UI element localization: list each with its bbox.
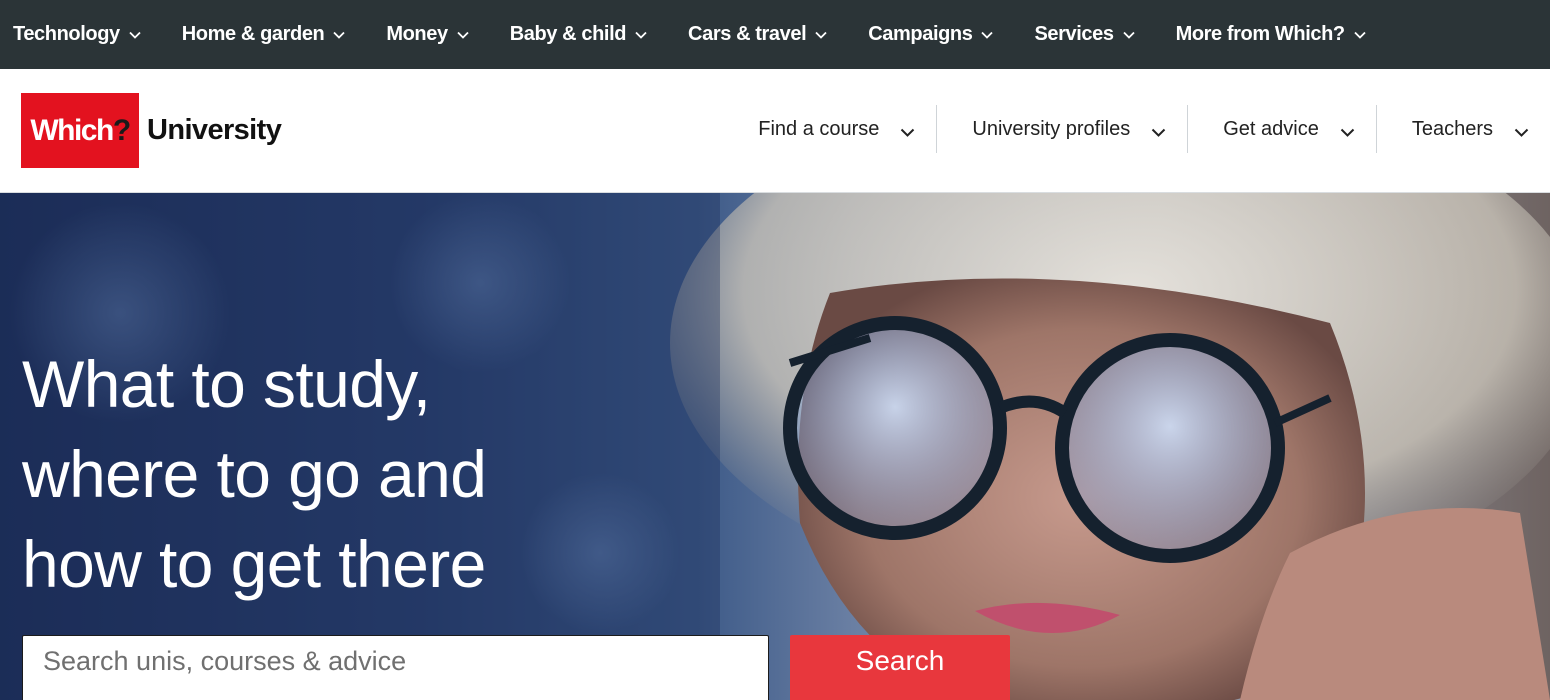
chevron-down-icon <box>815 31 827 39</box>
subnav-label: Get advice <box>1223 117 1319 140</box>
university-subnav: Find a course University profiles Get ad… <box>723 105 1550 153</box>
topnav-label: Technology <box>13 23 120 45</box>
hero-title-line-3: how to get there <box>22 527 486 601</box>
topnav-item-campaigns[interactable]: Campaigns <box>868 23 994 46</box>
hero-title-line-2: where to go and <box>22 437 487 511</box>
global-nav: Technology Home & garden Money Baby & ch… <box>0 0 1550 69</box>
chevron-down-icon <box>1340 128 1355 137</box>
which-university-logo[interactable]: Which? University <box>21 93 282 168</box>
topnav-label: Home & garden <box>181 23 325 45</box>
search-input[interactable] <box>22 635 769 700</box>
chevron-down-icon <box>1354 31 1366 39</box>
hero-title: What to study, where to go and how to ge… <box>22 339 662 609</box>
chevron-down-icon <box>1122 31 1135 39</box>
topnav-label: Baby & child <box>509 23 627 45</box>
topnav-item-services[interactable]: Services <box>1034 23 1135 46</box>
subnav-item-teachers[interactable]: Teachers <box>1375 105 1550 153</box>
subnav-item-university-profiles[interactable]: University profiles <box>936 105 1187 153</box>
chevron-down-icon <box>129 31 141 39</box>
subnav-label: Find a course <box>758 117 880 140</box>
hero-title-line-1: What to study, <box>22 347 431 421</box>
chevron-down-icon <box>457 31 469 39</box>
subnav-label: University profiles <box>972 117 1131 140</box>
topnav-label: Campaigns <box>868 23 973 45</box>
topnav-item-technology[interactable]: Technology <box>13 23 142 46</box>
chevron-down-icon <box>333 31 345 39</box>
which-logo-mark: Which? <box>21 93 139 168</box>
subnav-item-find-a-course[interactable]: Find a course <box>723 105 936 153</box>
subnav-item-get-advice[interactable]: Get advice <box>1187 105 1376 153</box>
topnav-item-cars-travel[interactable]: Cars & travel <box>688 23 828 46</box>
search-button[interactable]: Search <box>790 635 1010 700</box>
chevron-down-icon <box>1514 128 1529 137</box>
logo-university-text: University <box>147 114 282 146</box>
topnav-item-baby-child[interactable]: Baby & child <box>510 23 648 46</box>
chevron-down-icon <box>635 31 647 39</box>
topnav-item-more-from-which[interactable]: More from Which? <box>1176 23 1367 46</box>
site-header: Which? University Find a course Universi… <box>0 69 1550 193</box>
hero-banner: What to study, where to go and how to ge… <box>0 193 1550 700</box>
chevron-down-icon <box>981 31 994 39</box>
logo-mark-text: Which <box>30 113 114 147</box>
topnav-item-money[interactable]: Money <box>386 23 469 46</box>
topnav-label: Services <box>1034 23 1114 45</box>
topnav-label: Money <box>386 23 448 45</box>
chevron-down-icon <box>1152 128 1166 137</box>
subnav-label: Teachers <box>1411 117 1493 140</box>
chevron-down-icon <box>901 128 915 137</box>
logo-mark-question: ? <box>112 113 131 147</box>
topnav-label: More from Which? <box>1175 23 1346 45</box>
topnav-label: Cars & travel <box>688 23 807 45</box>
topnav-item-home-garden[interactable]: Home & garden <box>182 23 347 46</box>
